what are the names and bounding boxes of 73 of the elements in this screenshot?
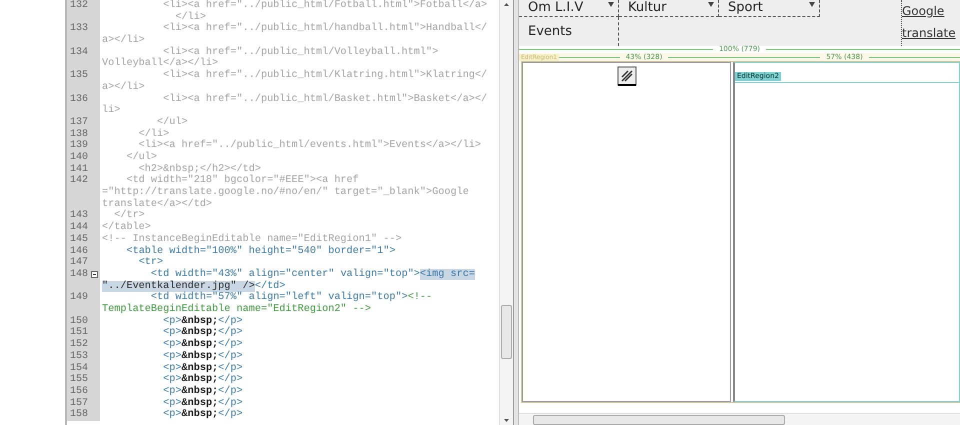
line-number: 146 [69,246,88,257]
code-line: "../Eventkalender.jpg" /></td> [102,280,286,292]
code-line: <td width="57%" align="left" valign="top"><!-- [150,292,434,304]
code-line: </li> [175,12,206,23]
code-line: <li><a href="../public_html/events.html">Events</a></li> [138,140,482,152]
menu-item[interactable]: Sport [719,0,820,17]
line-number: 141 [69,164,88,175]
code-line: <td width="218" bgcolor="#EEE"><a href [125,175,360,186]
code-line: <li><a href="../public_html/Klatring.html">Klatring</ [162,70,488,82]
line-number: 152 [69,339,88,351]
scrollbar-thumb[interactable] [533,414,785,424]
code-line: </tr> [113,210,146,222]
code-line: <table width="100%" height="540" border="1"> [125,246,396,257]
horizontal-scrollbar[interactable] [519,413,960,425]
code-line: <p>&nbsp;</p> [162,398,244,409]
line-number: 136 [69,94,88,106]
line-number: 137 [69,116,88,129]
menu-item[interactable]: Kultur [619,0,719,17]
line-number: 144 [69,222,88,234]
line-number: 135 [69,70,88,82]
line-number: 158 [69,409,88,422]
code-line: <p>&nbsp;</p> [162,409,244,422]
code-line: </ul> [156,116,189,128]
line-number: 132 [69,0,88,12]
menu-item[interactable]: Events [519,17,619,46]
code-line: <p>&nbsp;</p> [162,350,244,362]
line-number: 149 [69,292,88,304]
line-number: 143 [69,210,88,222]
scrollbar-thumb[interactable] [501,305,512,359]
line-number: 150 [69,316,88,327]
line-number: 133 [69,23,88,36]
code-line: <li><a href="../public_html/handball.html">Handball</ [162,23,488,36]
line-number: 157 [69,398,88,409]
line-number: 145 [69,234,88,246]
code-line: </ul> [125,152,158,164]
code-line: <p>&nbsp;</p> [162,374,244,386]
code-line: <p>&nbsp;</p> [162,316,244,327]
code-line: <p>&nbsp;</p> [162,386,244,398]
line-number: 148 [69,268,88,281]
code-line: li> [102,105,122,117]
code-line: </li> [138,128,170,140]
line-number: 138 [69,128,88,140]
menu-item[interactable]: Om L.I.V [519,0,619,17]
code-line: TemplateBeginEditable name="EditRegion2" --> [102,304,372,316]
vertical-scrollbar[interactable] [499,0,513,425]
line-number: 147 [69,257,88,269]
code-line: Volleyball</a></li> [102,58,220,70]
code-line: <p>&nbsp;</p> [162,327,244,338]
code-line: ="http://translate.google.no/#no/en/" target="_blank">Google [102,187,470,198]
code-line: <td width="43%" align="center" valign="top"><img src= [150,268,476,280]
code-line: <tr> [138,257,164,268]
code-line: </table> [102,222,152,234]
line-number: 140 [69,152,88,164]
google-translate-link[interactable]: Google translate [902,0,960,44]
code-line: <!-- InstanceBeginEditable name="EditRegion1" --> [102,234,403,246]
line-number: 151 [69,327,88,339]
code-line: a></li> [102,35,146,47]
code-line: a></li> [102,82,146,94]
collapse-icon[interactable] [91,270,98,278]
line-number: 155 [69,374,88,386]
line-number: 156 [69,386,88,398]
code-line: <li><a href="../public_html/Basket.html">Basket</a></ [162,94,488,106]
line-number: 134 [69,46,88,58]
line-number: 153 [69,350,88,363]
code-line: <p>&nbsp;</p> [162,339,244,350]
line-number: 154 [69,362,88,374]
code-line: translate</a></td> [102,198,214,210]
broken-image-icon [616,66,636,86]
code-line: <h2>&nbsp;</h2></td> [138,164,261,175]
code-line: <li><a href="../public_html/Volleyball.html"> [163,46,440,58]
code-line: <p>&nbsp;</p> [162,362,244,374]
line-number: 139 [69,140,88,152]
line-number: 142 [69,175,88,188]
